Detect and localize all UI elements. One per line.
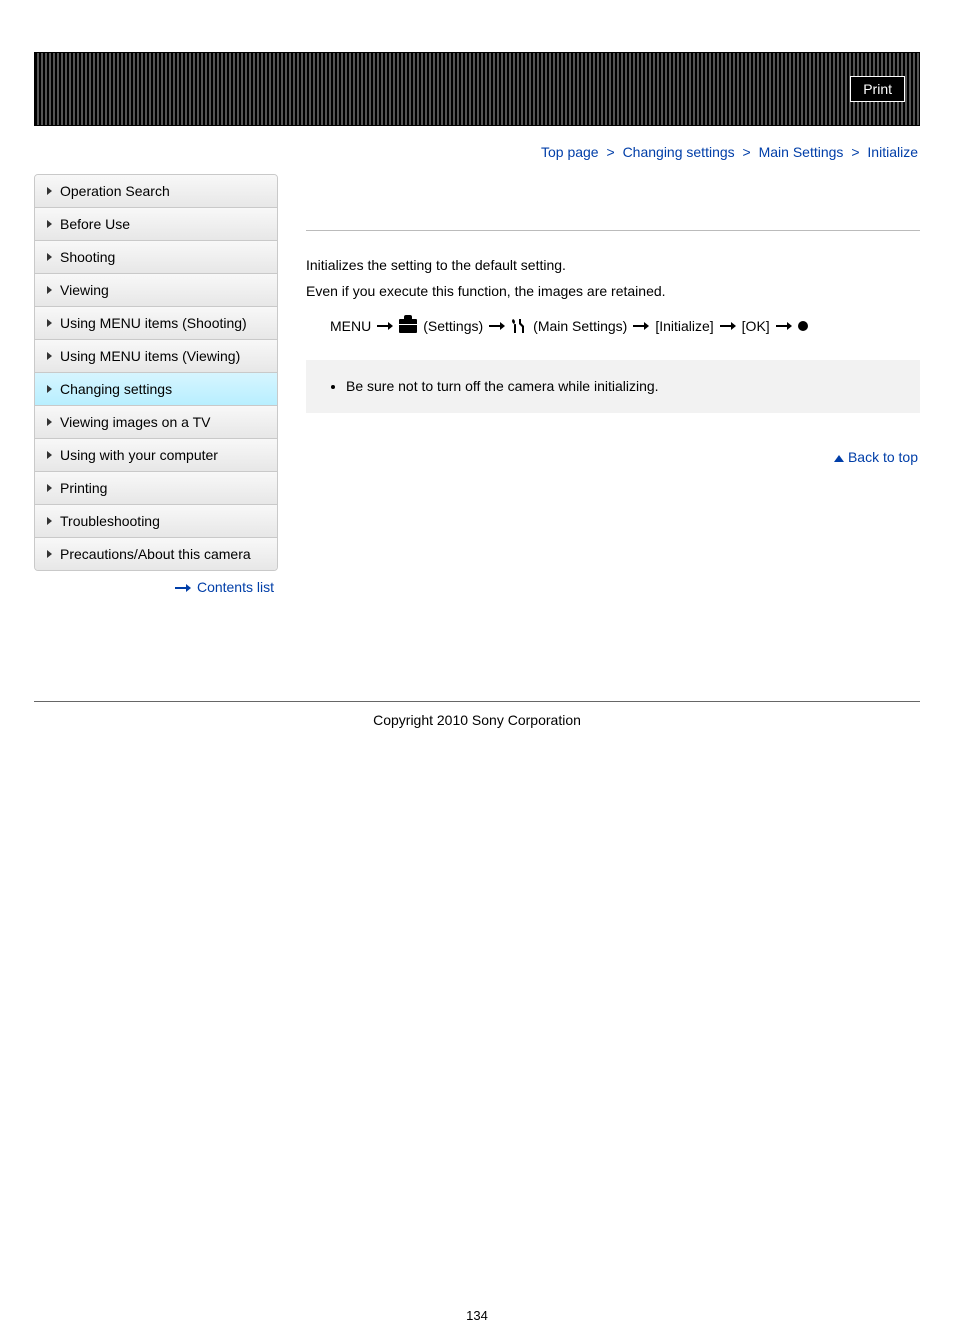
sidebar-item-label: Using MENU items (Shooting) [60,315,247,331]
arrow-right-icon [489,322,505,330]
sidebar-item-label: Before Use [60,216,130,232]
chevron-right-icon [47,220,52,228]
wrench-icon [511,318,527,334]
chevron-right-icon [47,418,52,426]
chevron-right-icon [47,187,52,195]
menu-path: MENU (Settings) (Main Settings) [Initial… [306,318,920,334]
page-number: 134 [34,1308,920,1323]
dot-icon [798,321,808,331]
arrow-right-icon [776,322,792,330]
sidebar-item-label: Precautions/About this camera [60,546,251,562]
header-banner: Print [34,52,920,126]
sidebar-item-label: Operation Search [60,183,170,199]
chevron-right-icon [47,286,52,294]
divider [306,230,920,231]
contents-list-link[interactable]: Contents list [197,579,274,595]
sidebar-item-menu-shooting[interactable]: Using MENU items (Shooting) [35,307,277,340]
triangle-up-icon [834,455,844,462]
sidebar-item-shooting[interactable]: Shooting [35,241,277,274]
chevron-right-icon [47,385,52,393]
sidebar-item-operation-search[interactable]: Operation Search [35,175,277,208]
breadcrumb-initialize[interactable]: Initialize [867,144,918,160]
sidebar-item-label: Using with your computer [60,447,218,463]
path-menu: MENU [330,318,371,334]
copyright-text: Copyright 2010 Sony Corporation [34,702,920,728]
breadcrumb-main-settings[interactable]: Main Settings [759,144,844,160]
main-content: Initializes the setting to the default s… [306,174,920,465]
arrow-right-icon [633,322,649,330]
sidebar-item-label: Viewing images on a TV [60,414,210,430]
breadcrumb-top[interactable]: Top page [541,144,599,160]
toolbox-icon [399,319,417,333]
chevron-right-icon [47,352,52,360]
note-box: Be sure not to turn off the camera while… [306,360,920,413]
note-text: Be sure not to turn off the camera while… [346,376,902,397]
sidebar-item-troubleshooting[interactable]: Troubleshooting [35,505,277,538]
sidebar-item-label: Viewing [60,282,109,298]
sidebar-item-printing[interactable]: Printing [35,472,277,505]
sidebar-item-changing-settings[interactable]: Changing settings [35,373,277,406]
sidebar-item-tv[interactable]: Viewing images on a TV [35,406,277,439]
arrow-right-icon [175,585,191,591]
sidebar-item-label: Printing [60,480,107,496]
breadcrumb-sep: > [739,144,755,160]
sidebar-item-label: Troubleshooting [60,513,160,529]
chevron-right-icon [47,550,52,558]
breadcrumb-sep: > [847,144,863,160]
arrow-right-icon [377,322,393,330]
sidebar-item-computer[interactable]: Using with your computer [35,439,277,472]
breadcrumb-sep: > [602,144,618,160]
sidebar-item-label: Shooting [60,249,115,265]
path-main-settings: (Main Settings) [533,318,627,334]
sidebar-item-label: Changing settings [60,381,172,397]
back-to-top-link[interactable]: Back to top [848,449,918,465]
sidebar-item-precautions[interactable]: Precautions/About this camera [35,538,277,570]
print-button[interactable]: Print [850,76,905,102]
intro-text-2: Even if you execute this function, the i… [306,281,920,303]
path-initialize: [Initialize] [655,318,713,334]
chevron-right-icon [47,253,52,261]
sidebar-item-menu-viewing[interactable]: Using MENU items (Viewing) [35,340,277,373]
breadcrumb-changing[interactable]: Changing settings [623,144,735,160]
sidebar-item-label: Using MENU items (Viewing) [60,348,240,364]
breadcrumb: Top page > Changing settings > Main Sett… [34,126,920,174]
sidebar: Operation Search Before Use Shooting Vie… [34,174,278,595]
chevron-right-icon [47,517,52,525]
sidebar-item-viewing[interactable]: Viewing [35,274,277,307]
chevron-right-icon [47,319,52,327]
chevron-right-icon [47,451,52,459]
chevron-right-icon [47,484,52,492]
sidebar-item-before-use[interactable]: Before Use [35,208,277,241]
path-ok: [OK] [742,318,770,334]
arrow-right-icon [720,322,736,330]
path-settings: (Settings) [423,318,483,334]
intro-text-1: Initializes the setting to the default s… [306,255,920,277]
